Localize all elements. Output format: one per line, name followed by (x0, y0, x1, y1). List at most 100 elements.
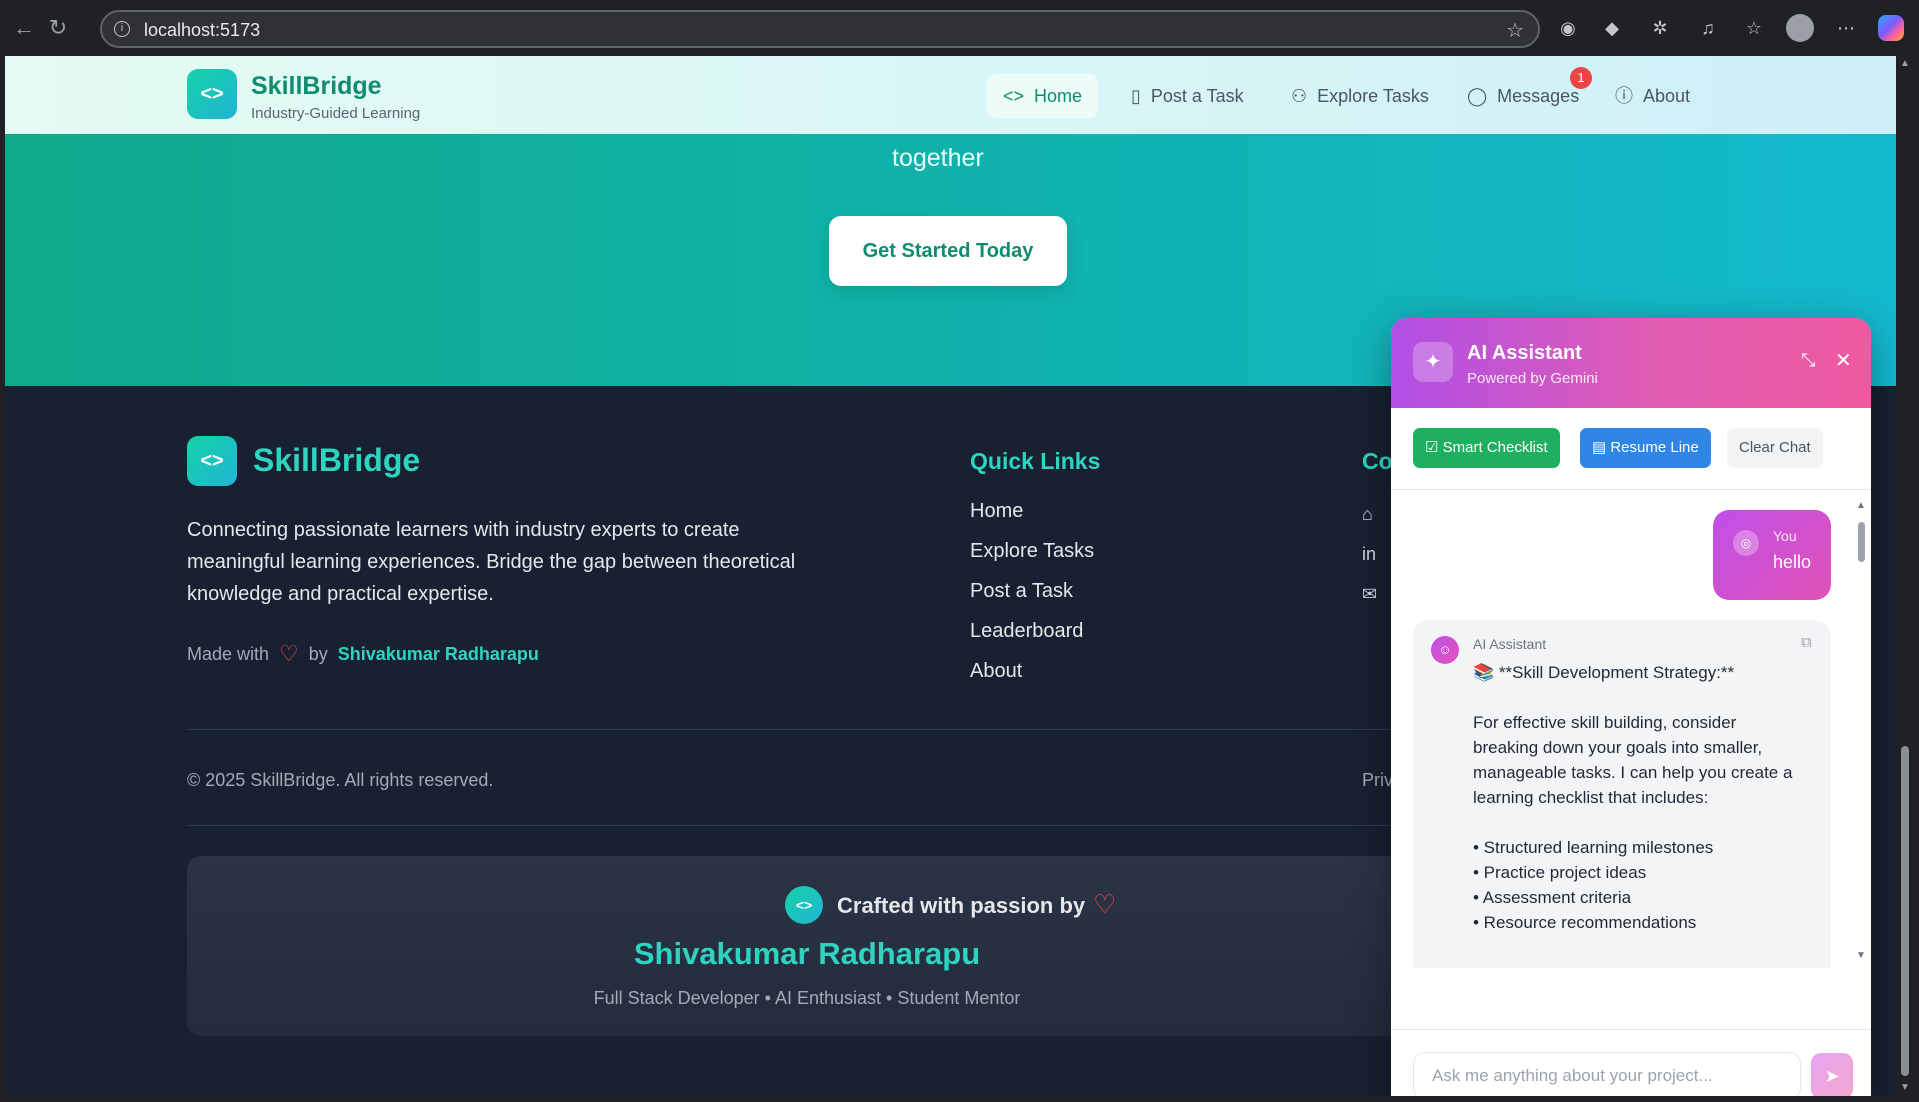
footer-description: Connecting passionate learners with indu… (187, 519, 796, 605)
ai-assistant-panel: ✦ AI Assistant Powered by Gemini ⤡ ✕ ☑ S… (1391, 318, 1871, 1096)
brand-logo-icon[interactable]: <> (187, 69, 237, 119)
messages-badge: 1 (1570, 67, 1592, 89)
ai-panel-header: ✦ AI Assistant Powered by Gemini ⤡ ✕ (1391, 318, 1871, 408)
mail-icon[interactable]: ✉ (1362, 584, 1377, 605)
hero-tagline-tail: together (892, 144, 984, 172)
sparkles-icon: ✦ (1413, 342, 1453, 382)
info-icon: ⓘ (1615, 86, 1633, 106)
crafted-role: Full Stack Developer • AI Enthusiast • S… (593, 988, 1021, 1008)
clear-chat-button[interactable]: Clear Chat (1727, 428, 1823, 468)
nav-explore-tasks[interactable]: ⚇ Explore Tasks (1275, 74, 1445, 118)
linkedin-icon[interactable]: in (1362, 544, 1376, 565)
url-text: localhost:5173 (144, 20, 261, 40)
minimize-icon[interactable]: ⤡ (1801, 350, 1815, 371)
quick-links-list: Home Explore Tasks Post a Task Leaderboa… (970, 500, 1094, 700)
get-started-button[interactable]: Get Started Today (829, 216, 1067, 286)
brand-name[interactable]: SkillBridge (251, 72, 382, 101)
bookmark-star-icon[interactable]: ☆ (1506, 18, 1524, 43)
back-arrow-icon[interactable]: ← (10, 14, 38, 42)
page-scrollbar[interactable]: ▲ ▼ (1896, 56, 1914, 1096)
nav-home[interactable]: <> Home (987, 74, 1099, 118)
heart-icon: ♡ (1093, 889, 1117, 919)
by-text: by (308, 643, 328, 664)
user-avatar-icon: ◎ (1733, 530, 1759, 556)
copy-icon[interactable]: ⧉ (1801, 634, 1812, 651)
favorites-icon[interactable]: ☆ (1742, 16, 1766, 40)
quick-link-home[interactable]: Home (970, 500, 1094, 540)
copyright-text: © 2025 SkillBridge. All rights reserved. (187, 770, 494, 790)
quick-link-explore-tasks[interactable]: Explore Tasks (970, 540, 1094, 580)
user-message: ◎ You hello (1713, 510, 1831, 600)
bot-avatar-icon: ☺ (1431, 636, 1459, 664)
smart-checklist-label: Smart Checklist (1442, 439, 1548, 456)
chat-icon: ◯ (1467, 86, 1488, 106)
footer-divider (187, 729, 1427, 730)
resume-line-button[interactable]: ▤ Resume Line (1580, 428, 1711, 468)
connect-title: Co (1362, 448, 1393, 474)
scroll-down-icon[interactable]: ▼ (1900, 1082, 1910, 1093)
crafted-card: <> Crafted with passion by ♡ Shivakumar … (187, 856, 1427, 1036)
puzzle-icon[interactable]: ✲ (1648, 16, 1672, 40)
code-icon: <> (1003, 86, 1025, 106)
reload-icon[interactable]: ↻ (44, 14, 72, 42)
heart-icon: ♡ (279, 641, 299, 666)
github-icon[interactable]: ⌂ (1362, 504, 1373, 525)
send-button[interactable]: ➤ (1811, 1053, 1853, 1096)
quick-link-about[interactable]: About (970, 660, 1094, 700)
user-message-author: You (1773, 528, 1797, 544)
quick-link-post-task[interactable]: Post a Task (970, 580, 1094, 620)
smart-checklist-button[interactable]: ☑ Smart Checklist (1413, 428, 1560, 468)
made-with-text: Made with (187, 643, 270, 664)
nav-home-label: Home (1034, 86, 1083, 106)
extension-icon[interactable]: ◆ (1600, 16, 1624, 40)
nav-explore-tasks-label: Explore Tasks (1317, 86, 1429, 106)
quick-links-title: Quick Links (970, 448, 1101, 474)
browser-toolbar: ← ↻ i localhost:5173 ☆ ◉ ◆ ✲ ♫ ☆ ⋯ (0, 0, 1919, 56)
site-info-icon[interactable]: i (114, 21, 130, 37)
privacy-link[interactable]: Priv (1362, 770, 1393, 791)
address-bar[interactable]: i localhost:5173 ☆ (100, 10, 1540, 48)
quick-link-leaderboard[interactable]: Leaderboard (970, 620, 1094, 660)
author-link[interactable]: Shivakumar Radharapu (338, 644, 539, 665)
navbar: <> SkillBridge Industry-Guided Learning … (5, 56, 1896, 134)
chat-scroll-thumb[interactable] (1858, 522, 1865, 562)
copilot-icon[interactable] (1878, 15, 1904, 41)
scroll-down-icon[interactable]: ▼ (1856, 950, 1866, 961)
assistant-message-heading: 📚 **Skill Development Strategy:** (1473, 663, 1735, 682)
chat-messages[interactable]: ◎ You hello ☺ AI Assistant ⧉ 📚 **Skill D… (1391, 490, 1871, 968)
book-icon: ▯ (1131, 86, 1141, 106)
scroll-up-icon[interactable]: ▲ (1856, 500, 1866, 511)
footer-logo-icon: <> (187, 436, 237, 486)
media-icon[interactable]: ♫ (1696, 16, 1720, 40)
ai-panel-title: AI Assistant (1467, 342, 1582, 364)
footer-brand-name: SkillBridge (253, 442, 421, 478)
extension-icon[interactable]: ◉ (1556, 16, 1580, 40)
assistant-message-body: 📚 **Skill Development Strategy:** For ef… (1473, 660, 1803, 935)
crafted-logo-icon: <> (785, 886, 823, 924)
made-with-line: Made with ♡ by Shivakumar Radharapu (187, 641, 539, 667)
nav-post-task-label: Post a Task (1150, 86, 1244, 106)
user-message-text: hello (1773, 552, 1812, 572)
chat-scrollbar[interactable]: ▲ ▼ (1856, 500, 1866, 966)
send-icon: ➤ (1824, 1065, 1840, 1086)
close-icon[interactable]: ✕ (1835, 348, 1852, 373)
nav-messages-label: Messages (1497, 86, 1580, 106)
assistant-message-author: AI Assistant (1473, 636, 1547, 652)
page-scroll-thumb[interactable] (1901, 746, 1909, 1076)
chat-input[interactable] (1413, 1052, 1801, 1096)
profile-avatar[interactable] (1786, 14, 1814, 42)
users-icon: ⚇ (1291, 86, 1308, 106)
footer-divider (187, 825, 1427, 826)
resume-line-label: Resume Line (1610, 439, 1699, 456)
scroll-up-icon[interactable]: ▲ (1900, 58, 1910, 69)
more-menu-icon[interactable]: ⋯ (1834, 16, 1858, 40)
chat-input-area: ➤ (1391, 1029, 1871, 1096)
brand-tagline: Industry-Guided Learning (251, 105, 421, 122)
ai-quick-actions: ☑ Smart Checklist ▤ Resume Line Clear Ch… (1391, 408, 1871, 490)
page-viewport: together Get Started Today <> SkillBridg… (5, 56, 1896, 1096)
crafted-name: Shivakumar Radharapu (633, 936, 981, 971)
crafted-text: Crafted with passion by (837, 893, 1086, 918)
nav-about[interactable]: ⓘ About (1599, 74, 1706, 118)
ai-panel-subtitle: Powered by Gemini (1467, 370, 1598, 387)
nav-post-task[interactable]: ▯ Post a Task (1115, 74, 1260, 118)
